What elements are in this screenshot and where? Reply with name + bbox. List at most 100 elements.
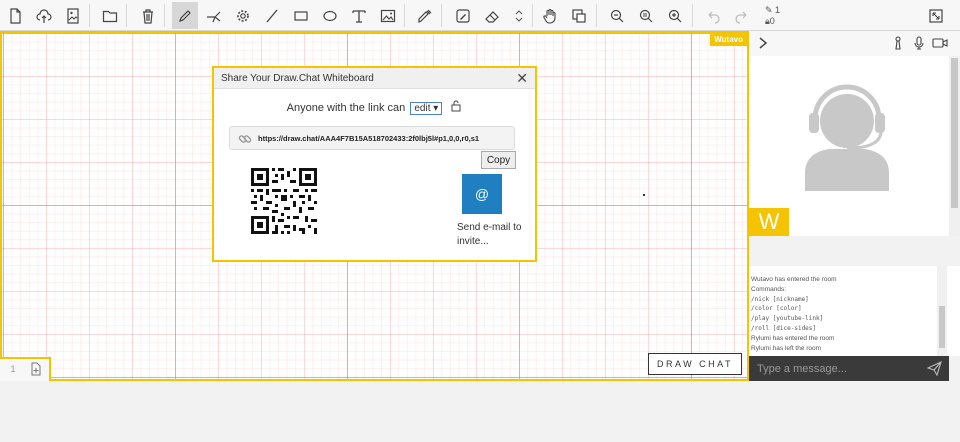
pencil-tool[interactable] — [172, 2, 198, 29]
upload-button[interactable] — [31, 2, 57, 29]
dialog-title: Share Your Draw.Chat Whiteboard — [221, 73, 374, 84]
open-folder-button[interactable] — [97, 2, 123, 29]
panel-header — [749, 31, 960, 56]
chat-message: /play [youtube-link] — [751, 315, 824, 323]
rectangle-icon — [294, 10, 308, 21]
permission-line: Anyone with the link can edit ▾ — [214, 100, 535, 115]
ellipse-tool[interactable] — [317, 2, 343, 29]
side-panel: W Wutavo has entered the room Commands: /n… — [749, 31, 960, 442]
laser-pointer-icon — [207, 11, 221, 22]
trash-icon — [143, 8, 153, 24]
redo-button[interactable] — [729, 2, 755, 29]
clear-button[interactable] — [135, 2, 161, 29]
fill-tool[interactable] — [450, 2, 476, 29]
add-page-icon[interactable] — [29, 362, 43, 376]
video-camera-icon[interactable] — [932, 36, 948, 50]
chat-scrollbar[interactable] — [937, 266, 947, 356]
user-avatar-icon — [805, 84, 889, 191]
link-icon — [238, 135, 252, 143]
permission-label: Anyone with the link can — [286, 102, 406, 114]
chat-scrollbar-thumb[interactable] — [939, 306, 945, 348]
zoom-reset-button[interactable] — [633, 2, 659, 29]
microphone-icon[interactable] — [912, 36, 926, 50]
app-root: ✎ 1 🔒︎0 Wutavo DRAW CHAT 1 Share Your Dr… — [0, 0, 960, 442]
pen-count-value: 1 — [775, 5, 781, 15]
chat-message: /nick [nickname] — [751, 295, 809, 303]
hand-icon — [543, 8, 556, 24]
replace-tool[interactable] — [566, 2, 592, 29]
chevron-right-icon[interactable] — [756, 36, 770, 50]
text-icon — [352, 9, 366, 23]
message-bar — [749, 356, 949, 381]
chat-message: /color [color] — [751, 305, 802, 313]
copy-button[interactable]: Copy — [481, 151, 516, 169]
share-dialog: Share Your Draw.Chat Whiteboard ✕ Anyone… — [212, 66, 537, 262]
new-file-icon — [10, 7, 21, 24]
drawchat-logo: DRAW CHAT — [648, 353, 742, 375]
settings-button[interactable] — [230, 2, 256, 29]
gear-icon — [237, 9, 249, 22]
share-link-url[interactable]: https://draw.chat/AAA4F7B15A518702433:2f… — [258, 134, 479, 143]
text-tool[interactable] — [346, 2, 372, 29]
canvas-dot — [643, 194, 645, 196]
eyedropper-icon — [418, 9, 432, 23]
chat-log: Wutavo has entered the room Commands: /nic… — [751, 275, 936, 353]
eyedropper-tool[interactable] — [412, 2, 438, 29]
image-tool[interactable] — [375, 2, 401, 29]
page-bar: 1 — [0, 357, 51, 381]
line-tool[interactable] — [259, 2, 285, 29]
lock-count-value: 0 — [769, 16, 775, 26]
dialog-header: Share Your Draw.Chat Whiteboard ✕ — [214, 68, 535, 89]
permission-value: edit — [414, 103, 431, 114]
image-icon — [380, 9, 396, 22]
redo-icon — [735, 11, 747, 24]
color-fill-icon — [456, 8, 470, 23]
chat-message: /roll [dice-sides] — [751, 324, 817, 332]
save-image-button[interactable] — [60, 2, 86, 29]
email-invite-button[interactable]: @ — [462, 174, 502, 214]
qr-code — [251, 168, 317, 234]
email-invite-label[interactable]: Send e-mail to invite... — [457, 221, 532, 249]
toolbar: ✎ 1 🔒︎0 — [0, 0, 960, 31]
zoom-out-icon — [610, 9, 624, 22]
chat-message: Wutavo has entered the room — [751, 276, 837, 283]
undo-button[interactable] — [700, 2, 726, 29]
rectangle-tool[interactable] — [288, 2, 314, 29]
user-strip — [749, 236, 960, 266]
eraser-tool[interactable] — [479, 2, 505, 29]
send-icon[interactable] — [927, 361, 942, 376]
zoom-reset-icon — [639, 9, 653, 22]
replace-image-icon — [572, 8, 586, 23]
zoom-out-button[interactable] — [604, 2, 630, 29]
chevron-up-down-icon — [515, 9, 523, 22]
pawn-icon[interactable] — [891, 36, 905, 50]
cloud-upload-icon — [36, 8, 52, 23]
zoom-in-button[interactable] — [662, 2, 688, 29]
chat-message: Rylumi has left the room — [751, 344, 822, 352]
message-input[interactable] — [749, 356, 921, 381]
video-scrollbar[interactable] — [949, 56, 960, 236]
user-initial-badge[interactable]: W — [749, 208, 789, 236]
ellipse-icon — [323, 10, 337, 21]
unlock-icon[interactable] — [451, 100, 462, 112]
new-file-button[interactable] — [2, 2, 28, 29]
zoom-in-icon — [668, 9, 682, 22]
share-link-box[interactable]: https://draw.chat/AAA4F7B15A518702433:2f… — [229, 126, 515, 150]
owner-tag: Wutavo — [710, 33, 747, 46]
laser-tool[interactable] — [201, 2, 227, 29]
undo-icon — [708, 11, 720, 24]
close-icon[interactable]: ✕ — [516, 71, 528, 85]
lock-count: 🔒︎0 — [765, 16, 775, 26]
chat-message: Rylumi has entered the room — [751, 334, 835, 342]
permission-select[interactable]: edit ▾ — [410, 102, 443, 115]
page-number[interactable]: 1 — [3, 364, 23, 374]
pen-count: ✎ 1 — [765, 5, 781, 15]
fullscreen-button[interactable] — [923, 2, 949, 29]
eraser-icon — [485, 10, 499, 23]
size-stepper[interactable] — [508, 2, 530, 29]
folder-icon — [102, 10, 118, 22]
pencil-icon — [179, 9, 191, 22]
pan-tool[interactable] — [537, 2, 563, 29]
video-scrollbar-thumb[interactable] — [951, 58, 958, 208]
image-file-icon — [67, 7, 79, 24]
